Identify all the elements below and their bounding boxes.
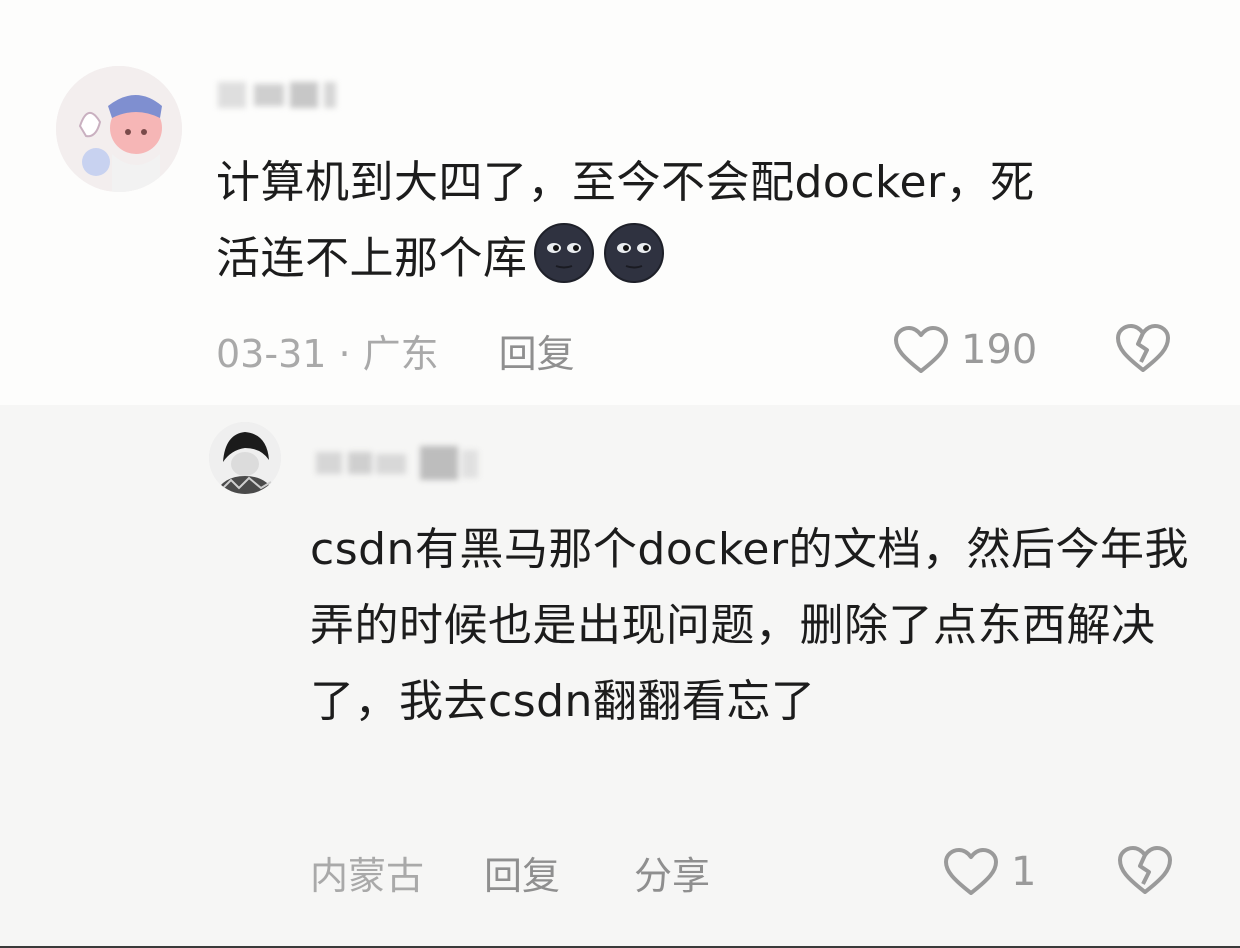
reply-button[interactable]: 回复 <box>484 845 560 900</box>
heart-outline-icon <box>893 325 949 375</box>
user-avatar[interactable] <box>209 422 281 494</box>
like-button[interactable]: 1 <box>943 842 1036 902</box>
dislike-button[interactable] <box>1114 322 1172 374</box>
avatar-illustration-icon <box>56 66 182 192</box>
comment-text-line: 计算机到大四了，至今不会配docker，死 <box>216 157 1035 208</box>
comment-text-fragment: 活连不上那个库 <box>216 233 528 284</box>
reply-text: csdn有黑马那个docker的文档，然后今年我弄的时候也是出现问题，删除了点东… <box>310 524 1190 727</box>
heart-outline-icon <box>943 847 999 897</box>
new-moon-face-icon <box>600 223 668 307</box>
share-button[interactable]: 分享 <box>634 845 710 900</box>
like-count: 1 <box>1011 849 1037 895</box>
location: 内蒙古 <box>310 853 425 898</box>
reply-button[interactable]: 回复 <box>499 323 575 378</box>
broken-heart-outline-icon <box>1114 322 1172 374</box>
username-blurred[interactable] <box>316 446 480 480</box>
comment-meta: 03-31 · 广东 回复 <box>216 323 575 378</box>
user-avatar[interactable] <box>56 66 182 192</box>
like-button[interactable]: 190 <box>893 320 1037 380</box>
date-location: 03-31 · 广东 <box>216 331 439 376</box>
username-blurred[interactable] <box>218 82 338 108</box>
broken-heart-outline-icon <box>1116 844 1174 896</box>
comment-text: 计算机到大四了，至今不会配docker，死 活连不上那个库 <box>216 145 1206 307</box>
like-count: 190 <box>961 327 1038 373</box>
new-moon-face-icon <box>530 223 598 307</box>
comment-text-line: 活连不上那个库 <box>216 221 1206 307</box>
dislike-button[interactable] <box>1116 844 1174 896</box>
avatar-photo-icon <box>209 422 281 494</box>
reply-meta: 内蒙古 回复 分享 <box>310 845 710 900</box>
